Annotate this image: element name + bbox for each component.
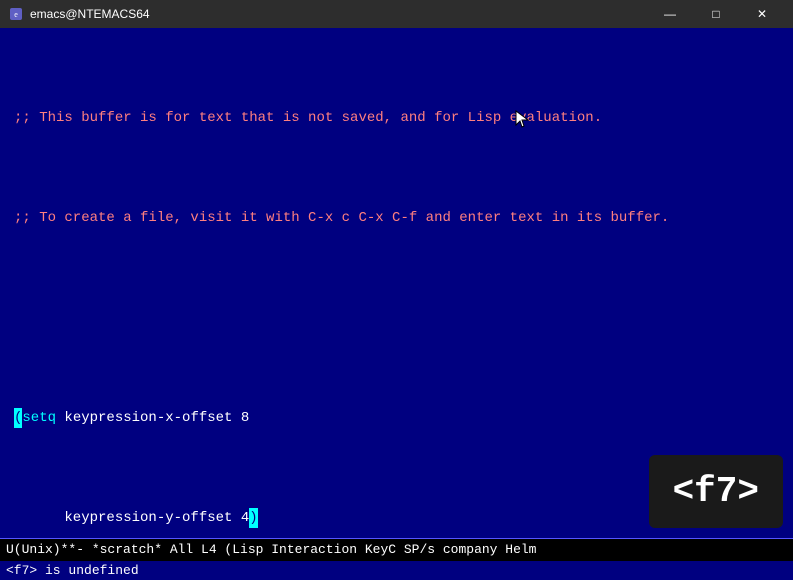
key-overlay-text: <f7> bbox=[673, 471, 759, 512]
editor-line: (setq keypression-x-offset 8 bbox=[0, 408, 793, 428]
status-bar-text: U(Unix)**- *scratch* All L4 (Lisp Intera… bbox=[0, 539, 793, 561]
maximize-button[interactable]: □ bbox=[693, 0, 739, 28]
key-overlay: <f7> bbox=[649, 455, 783, 528]
close-button[interactable]: ✕ bbox=[739, 0, 785, 28]
minibuffer-text: <f7> is undefined bbox=[6, 563, 139, 578]
titlebar: e emacs@NTEMACS64 — □ ✕ bbox=[0, 0, 793, 28]
status-text: U(Unix)**- *scratch* All L4 (Lisp Intera… bbox=[6, 542, 537, 557]
minibuffer: <f7> is undefined bbox=[0, 560, 793, 580]
line-empty bbox=[14, 308, 22, 328]
editor-area[interactable]: ;; This buffer is for text that is not s… bbox=[0, 28, 793, 538]
line-comment: ;; To create a file, visit it with C-x c… bbox=[14, 208, 669, 228]
editor-line bbox=[0, 308, 793, 328]
line-code: (setq keypression-x-offset 8 bbox=[14, 408, 249, 428]
line-comment: ;; This buffer is for text that is not s… bbox=[14, 108, 602, 128]
svg-text:e: e bbox=[14, 10, 18, 19]
editor-line: ;; This buffer is for text that is not s… bbox=[0, 108, 793, 128]
window-controls: — □ ✕ bbox=[647, 0, 785, 28]
cursor-end: ) bbox=[249, 508, 257, 528]
window-title: emacs@NTEMACS64 bbox=[30, 7, 647, 21]
editor-line: ;; To create a file, visit it with C-x c… bbox=[0, 208, 793, 228]
line-code: keypression-y-offset 4) bbox=[14, 508, 258, 528]
app-icon: e bbox=[8, 6, 24, 22]
minimize-button[interactable]: — bbox=[647, 0, 693, 28]
status-bar: U(Unix)**- *scratch* All L4 (Lisp Intera… bbox=[0, 538, 793, 560]
